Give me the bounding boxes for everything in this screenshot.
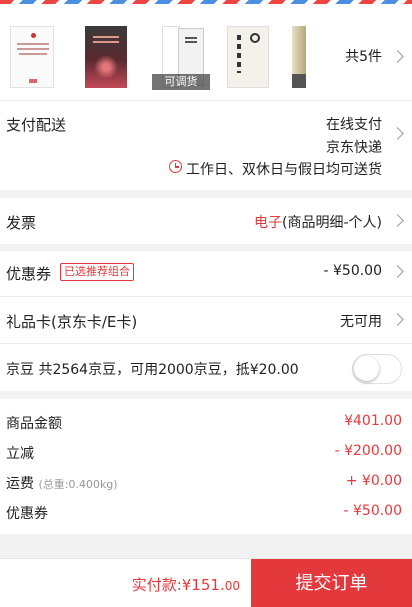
- jd-beans-text: 京豆 共2564京豆，可用2000京豆，抵¥20.00: [6, 362, 299, 378]
- invoice-type-prefix: 电子: [254, 215, 283, 231]
- product-badge: 可调货: [152, 74, 210, 90]
- toggle-knob: [354, 356, 379, 381]
- discount-value: - ¥200.00: [334, 443, 402, 459]
- checkout-bar: 实付款:¥151.00 提交订单: [0, 558, 412, 607]
- coupon-value: - ¥50.00: [323, 263, 383, 279]
- order-summary: 商品金额 ¥401.00 立减 - ¥200.00 运费 (总重:0.400kg…: [0, 399, 412, 534]
- product-strip[interactable]: 可调货 共5件: [0, 4, 412, 100]
- jd-beans-toggle[interactable]: [352, 354, 402, 384]
- coupon-tag: 已选推荐组合: [60, 263, 134, 281]
- coupon-label: 优惠券: [6, 265, 52, 283]
- coupon-summary-value: - ¥50.00: [343, 503, 403, 519]
- chevron-right-icon: [391, 265, 404, 278]
- payment-method: 在线支付: [326, 117, 382, 133]
- jd-beans-row: 京豆 共2564京豆，可用2000京豆，抵¥20.00: [0, 344, 412, 391]
- discount-label: 立减: [6, 446, 34, 462]
- invoice-label: 发票: [6, 214, 37, 232]
- total-payment-label: 实付款:: [131, 576, 182, 594]
- total-payment-cents: 00: [224, 579, 240, 593]
- book-cover-4: [227, 26, 269, 88]
- product-thumb-4[interactable]: [224, 24, 276, 90]
- chevron-right-icon: [391, 214, 404, 227]
- clock-icon: [169, 160, 182, 173]
- coupon-summary-label: 优惠券: [6, 506, 48, 522]
- delivery-label: 支付配送: [6, 116, 67, 134]
- chevron-right-icon: [391, 313, 404, 326]
- product-thumb-1[interactable]: [6, 24, 58, 90]
- delivery-row[interactable]: 支付配送 在线支付 京东快递 工作日、双休日与假日均可送货: [0, 101, 412, 190]
- invoice-type: 电子(商品明细-个人): [254, 212, 382, 232]
- coupon-row[interactable]: 优惠券 已选推荐组合 - ¥50.00: [0, 251, 412, 296]
- product-thumb-3[interactable]: 可调货: [152, 24, 210, 90]
- chevron-right-icon: [391, 127, 404, 140]
- delivery-schedule: 工作日、双休日与假日均可送货: [186, 162, 382, 178]
- invoice-row[interactable]: 发票 电子(商品明细-个人): [0, 198, 412, 244]
- chevron-right-icon: [391, 50, 404, 63]
- gift-card-label: 礼品卡(京东卡/E卡): [6, 313, 138, 331]
- shipping-method: 京东快递: [326, 140, 382, 156]
- shipping-fee-value: + ¥0.00: [345, 473, 402, 489]
- shipping-fee-label: 运费 (总重:0.400kg): [6, 473, 118, 493]
- invoice-type-detail: (商品明细-个人): [282, 215, 382, 231]
- shipping-fee-text: 运费: [6, 476, 34, 492]
- product-thumb-2[interactable]: [80, 24, 132, 90]
- gift-card-value: 无可用: [340, 314, 382, 330]
- goods-amount-value: ¥401.00: [344, 413, 402, 429]
- gift-card-row[interactable]: 礼品卡(京东卡/E卡) 无可用: [0, 297, 412, 343]
- book-cover-2: [85, 26, 127, 88]
- product-thumb-5[interactable]: [288, 24, 306, 90]
- book-cover-1: [10, 26, 54, 88]
- submit-order-button[interactable]: 提交订单: [251, 559, 412, 607]
- total-payment: 实付款:¥151.00: [132, 574, 240, 595]
- product-count: 共5件: [345, 49, 382, 65]
- total-payment-amount: ¥151.: [181, 576, 225, 594]
- goods-amount-label: 商品金额: [6, 416, 62, 432]
- shipping-weight: (总重:0.400kg): [38, 478, 118, 491]
